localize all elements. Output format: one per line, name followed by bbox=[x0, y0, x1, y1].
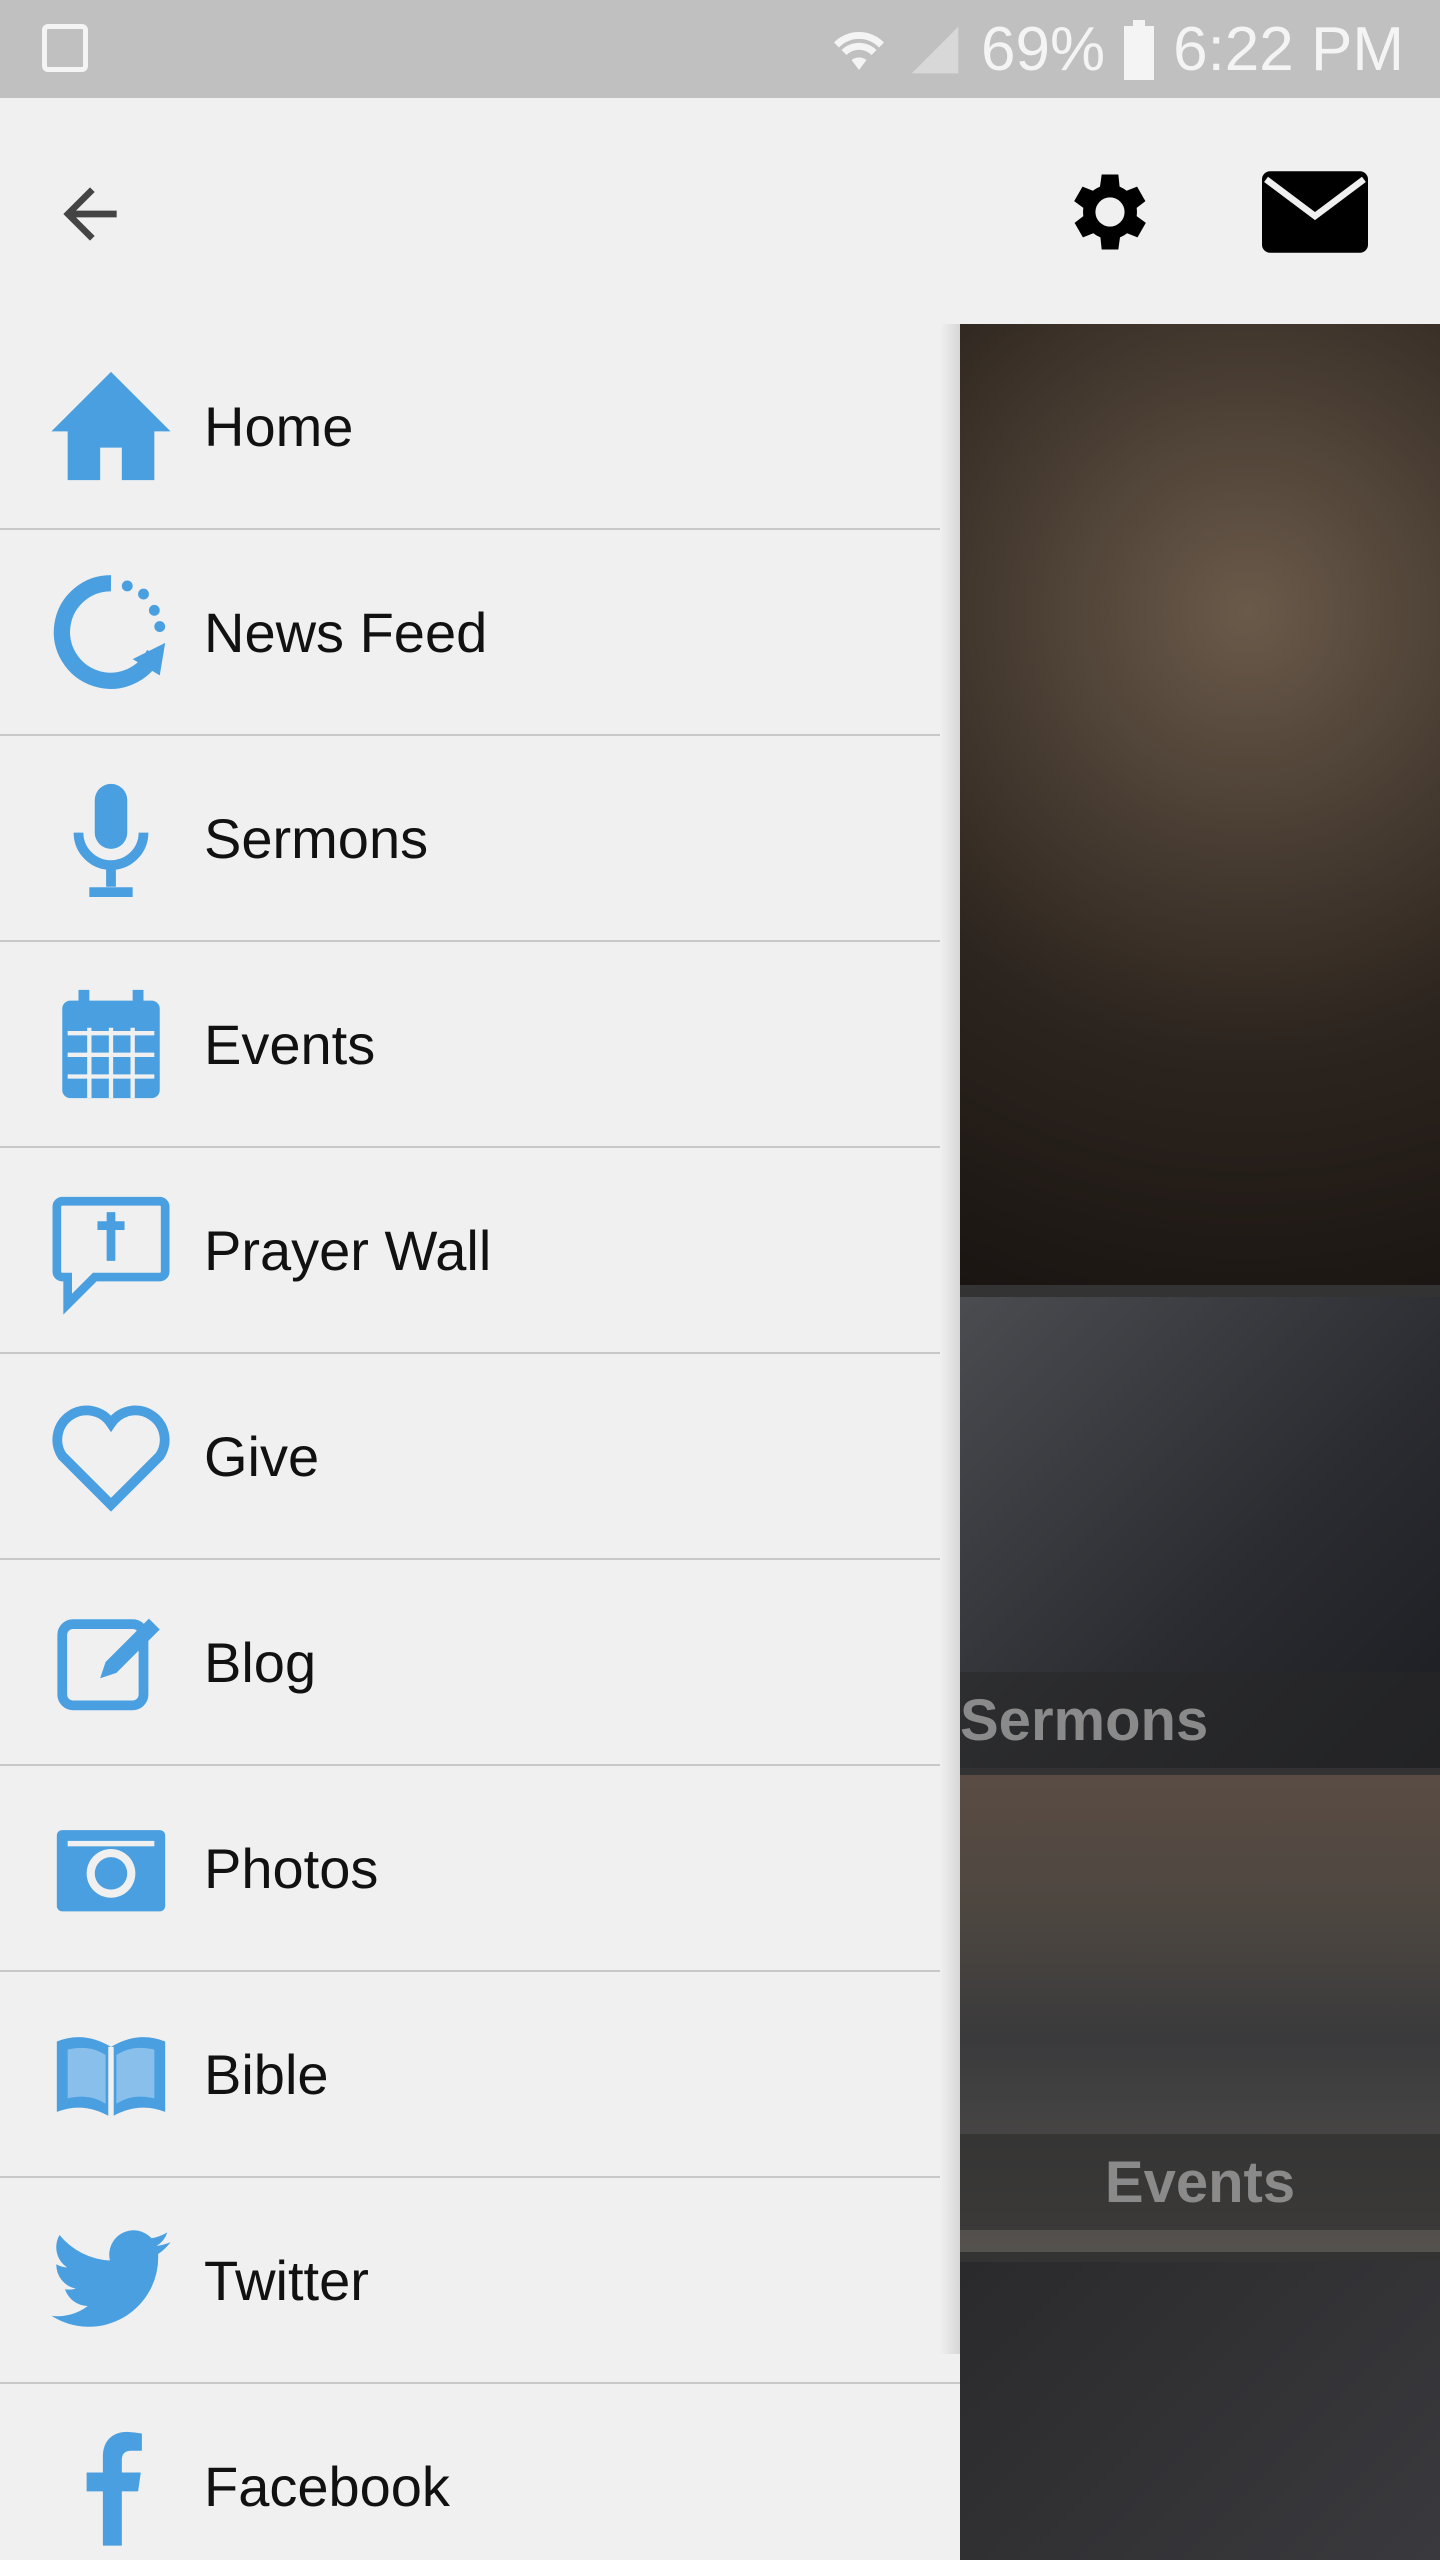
drawer-item-label: Sermons bbox=[204, 806, 429, 870]
clock: 6:22 PM bbox=[1173, 15, 1404, 84]
drawer-item-label: Bible bbox=[204, 2042, 329, 2106]
gallery-icon bbox=[42, 24, 88, 72]
drawer-item-sermons[interactable]: Sermons bbox=[0, 736, 960, 942]
drawer-item-news-feed[interactable]: News Feed bbox=[0, 530, 960, 736]
drawer-item-label: Prayer Wall bbox=[204, 1218, 492, 1282]
mail-icon[interactable] bbox=[1262, 170, 1368, 254]
home-icon bbox=[36, 351, 186, 501]
back-arrow-icon[interactable] bbox=[50, 174, 130, 254]
drawer-item-label: News Feed bbox=[204, 600, 488, 664]
drawer-item-label: Home bbox=[204, 394, 354, 458]
calendar-icon bbox=[36, 969, 186, 1119]
drawer-item-label: Facebook bbox=[204, 2454, 450, 2518]
drawer-shadow bbox=[940, 324, 960, 2354]
prayer-bubble-icon bbox=[36, 1175, 186, 1325]
tile-caption: Sermons bbox=[960, 1672, 1440, 1768]
tile-caption: Events bbox=[960, 2134, 1440, 2230]
drawer-item-facebook[interactable]: Facebook bbox=[0, 2384, 960, 2560]
drawer-item-photos[interactable]: Photos bbox=[0, 1766, 960, 1972]
drawer-item-twitter[interactable]: Twitter bbox=[0, 2178, 960, 2384]
battery-icon bbox=[1124, 19, 1155, 80]
home-content: Sermons Events bbox=[960, 324, 1440, 2560]
drawer-item-label: Blog bbox=[204, 1630, 317, 1694]
battery-percent: 69% bbox=[981, 15, 1106, 84]
navigation-drawer: Home News Feed Sermons Events Prayer Wall Giv… bbox=[0, 324, 960, 2560]
facebook-icon bbox=[36, 2411, 186, 2560]
microphone-icon bbox=[36, 763, 186, 913]
hero-tile[interactable] bbox=[960, 324, 1440, 1285]
toolbar bbox=[0, 98, 1440, 324]
status-bar: 69% 6:22 PM bbox=[0, 0, 1440, 98]
heart-icon bbox=[36, 1381, 186, 1531]
book-icon bbox=[36, 1999, 186, 2149]
twitter-icon bbox=[36, 2205, 186, 2355]
drawer-item-events[interactable]: Events bbox=[0, 942, 960, 1148]
refresh-icon bbox=[36, 557, 186, 707]
drawer-item-bible[interactable]: Bible bbox=[0, 1972, 960, 2178]
drawer-item-label: Give bbox=[204, 1424, 320, 1488]
drawer-item-label: Events bbox=[204, 1012, 376, 1076]
drawer-item-label: Twitter bbox=[204, 2248, 369, 2312]
drawer-item-home[interactable]: Home bbox=[0, 324, 960, 530]
drawer-item-prayer-wall[interactable]: Prayer Wall bbox=[0, 1148, 960, 1354]
edit-icon bbox=[36, 1587, 186, 1737]
gear-icon[interactable] bbox=[1060, 162, 1160, 262]
wifi-icon bbox=[834, 31, 884, 70]
events-tile[interactable]: Events bbox=[960, 1775, 1440, 2252]
camera-icon bbox=[36, 1793, 186, 1943]
drawer-item-blog[interactable]: Blog bbox=[0, 1560, 960, 1766]
tile[interactable] bbox=[960, 2262, 1440, 2560]
signal-icon bbox=[911, 26, 959, 73]
sermons-tile[interactable]: Sermons bbox=[960, 1297, 1440, 1768]
drawer-item-give[interactable]: Give bbox=[0, 1354, 960, 1560]
drawer-item-label: Photos bbox=[204, 1836, 379, 1900]
